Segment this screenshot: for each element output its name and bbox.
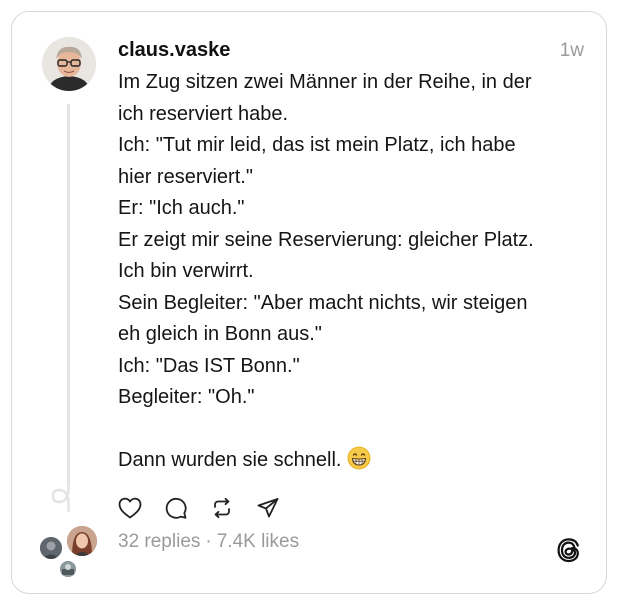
post-line: eh gleich in Bonn aus." (118, 323, 322, 345)
threads-logo-glyph (557, 538, 579, 563)
repost-button[interactable] (208, 494, 236, 522)
post-actions (116, 494, 300, 522)
replier-avatar[interactable] (67, 526, 97, 556)
share-icon (257, 498, 279, 518)
thread-line (67, 104, 70, 486)
author-username[interactable]: claus.vaske (118, 39, 230, 62)
post-card: claus.vaske 1w Im Zug sitzen zwei Männer… (11, 11, 607, 594)
post-time: 1w (559, 40, 584, 61)
heart-icon (118, 497, 142, 519)
post-line: Sein Begleiter: "Aber macht nichts, wir … (118, 291, 528, 314)
post-line: hier reserviert." (118, 165, 253, 188)
post-line: Begleiter: "Oh." (118, 386, 255, 408)
replier-avatar-image (40, 537, 62, 559)
author-avatar[interactable] (42, 37, 96, 91)
threads-logo-icon[interactable] (554, 535, 584, 565)
share-button[interactable] (254, 494, 282, 522)
replies-count[interactable]: 32 replies (118, 531, 200, 552)
post-line: Ich: "Tut mir leid, das ist mein Platz, … (118, 134, 516, 156)
avatar-image (42, 37, 96, 91)
stats-separator: · (205, 531, 212, 552)
replier-avatar-image (67, 526, 97, 556)
comment-icon (165, 497, 187, 519)
post-stats: 32 replies · 7.4K likes (118, 531, 299, 553)
post-line-text: Dann wurden sie schnell. (118, 449, 342, 471)
replier-avatar-image (60, 561, 76, 577)
reply-button[interactable] (162, 494, 190, 522)
post-line: Ich: "Das IST Bonn." (118, 354, 300, 377)
replier-avatar[interactable] (40, 537, 62, 559)
post-line: Im Zug sitzen zwei Männer in der Reihe, … (118, 71, 532, 93)
post-line: Er: "Ich auch." (118, 197, 245, 219)
grinning-face-emoji-icon (347, 446, 371, 481)
post-body: Im Zug sitzen zwei Männer in der Reihe, … (118, 67, 588, 481)
post-line (118, 414, 588, 446)
post-line-last: Dann wurden sie schnell. (118, 445, 588, 481)
likes-count[interactable]: 7.4K likes (217, 531, 299, 552)
thread-curl-icon (51, 478, 70, 512)
post-line: Er zeigt mir seine Reservierung: gleiche… (118, 228, 534, 251)
replier-avatar[interactable] (60, 561, 76, 577)
like-button[interactable] (116, 494, 144, 522)
post-line: Ich bin verwirrt. (118, 260, 254, 282)
post-line: ich reserviert habe. (118, 102, 289, 125)
repost-icon (214, 497, 230, 519)
